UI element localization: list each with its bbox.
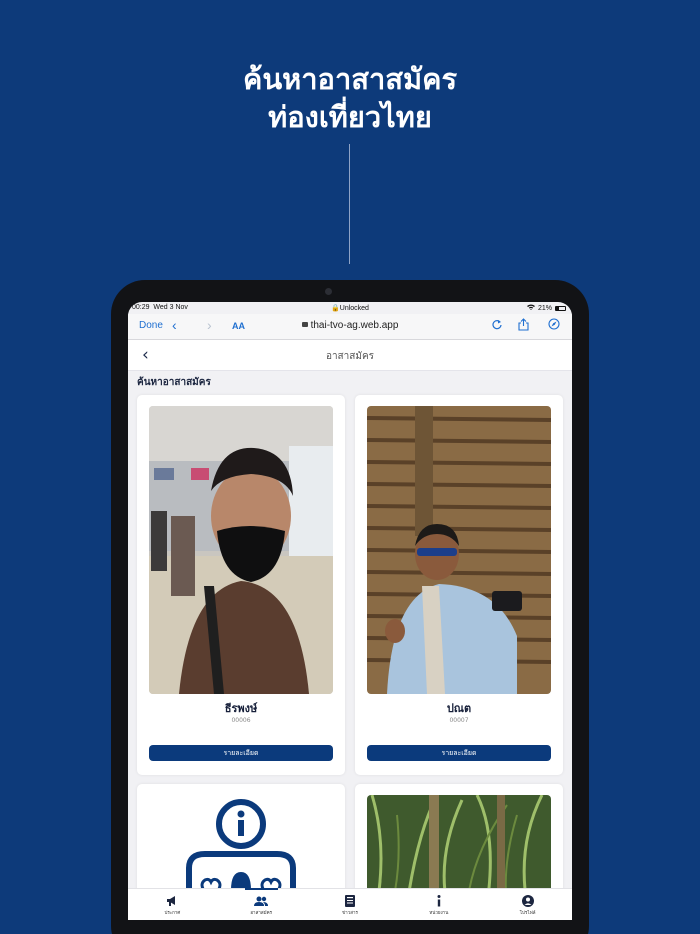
volunteer-photo	[367, 406, 551, 694]
tab-label: อาสาสมัคร	[250, 911, 273, 916]
detail-button[interactable]: รายละเอียด	[367, 745, 551, 761]
page-title: อาสาสมัคร	[325, 351, 375, 362]
camera-dot	[325, 288, 332, 295]
promo-title-line2: ท่องเที่ยวไทย	[268, 100, 432, 134]
tablet-screen: 00:29 Wed 3 Nov 🔒Unlocked 21% Done ‹ › A…	[128, 302, 572, 920]
volunteer-card[interactable]	[137, 784, 345, 904]
status-lock: 🔒Unlocked	[128, 304, 572, 312]
battery-percent: 21%	[537, 304, 552, 312]
compass-icon[interactable]	[548, 318, 560, 333]
tab-label: ประกาศ	[164, 911, 181, 916]
lock-small-icon: 🔒	[331, 305, 340, 312]
tab-label: หน่วยงาน	[429, 911, 449, 916]
detail-button[interactable]: รายละเอียด	[149, 745, 333, 761]
volunteer-card[interactable]: ธีรพงษ์ 00006 รายละเอียด	[137, 395, 345, 775]
info-icon	[394, 894, 483, 907]
browser-toolbar: Done ‹ › AA thai-tvo-ag.web.app	[128, 314, 572, 340]
tab-announcements[interactable]: ประกาศ	[128, 889, 217, 920]
tab-label: ข่าวสาร	[342, 911, 358, 916]
status-lock-label: Unlocked	[339, 305, 369, 312]
volunteer-code: 00007	[449, 717, 469, 724]
volunteer-photo	[149, 406, 333, 694]
megaphone-icon	[128, 894, 217, 907]
users-icon	[217, 894, 306, 907]
reload-icon[interactable]	[492, 318, 502, 333]
tab-news[interactable]: ข่าวสาร	[306, 889, 395, 920]
volunteer-card[interactable]	[355, 784, 563, 904]
lock-icon	[301, 322, 308, 327]
volunteer-code: 00006	[231, 717, 251, 724]
tab-agencies[interactable]: หน่วยงาน	[394, 889, 483, 920]
wifi-icon	[526, 304, 535, 312]
bottom-tab-bar: ประกาศ อาสาสมัคร ข่าวสาร หน่วยงาน โปรไฟล…	[128, 888, 572, 920]
battery-icon	[555, 305, 566, 311]
tab-profile[interactable]: โปรไฟล์	[483, 889, 572, 920]
volunteer-card[interactable]: ปณต 00007 รายละเอียด	[355, 395, 563, 775]
volunteer-name: ธีรพงษ์	[224, 702, 258, 715]
address-bar[interactable]: thai-tvo-ag.web.app	[128, 320, 572, 331]
tab-label: โปรไฟล์	[519, 911, 536, 916]
app-header: ‹ อาสาสมัคร	[128, 340, 572, 371]
url-text: thai-tvo-ag.web.app	[310, 320, 399, 331]
promo-divider	[349, 144, 350, 264]
volunteer-name: ปณต	[446, 702, 472, 715]
profile-icon	[483, 894, 572, 907]
news-icon	[306, 894, 395, 907]
tab-volunteers[interactable]: อาสาสมัคร	[217, 888, 306, 920]
status-bar: 00:29 Wed 3 Nov 🔒Unlocked 21%	[128, 302, 572, 314]
section-title: ค้นหาอาสาสมัคร	[137, 377, 211, 388]
status-right: 21%	[526, 304, 566, 312]
promo-title: ค้นหาอาสาสมัคร ท่องเที่ยวไทย	[0, 60, 700, 136]
promo-title-line1: ค้นหาอาสาสมัคร	[242, 62, 458, 96]
share-icon[interactable]	[518, 318, 529, 334]
